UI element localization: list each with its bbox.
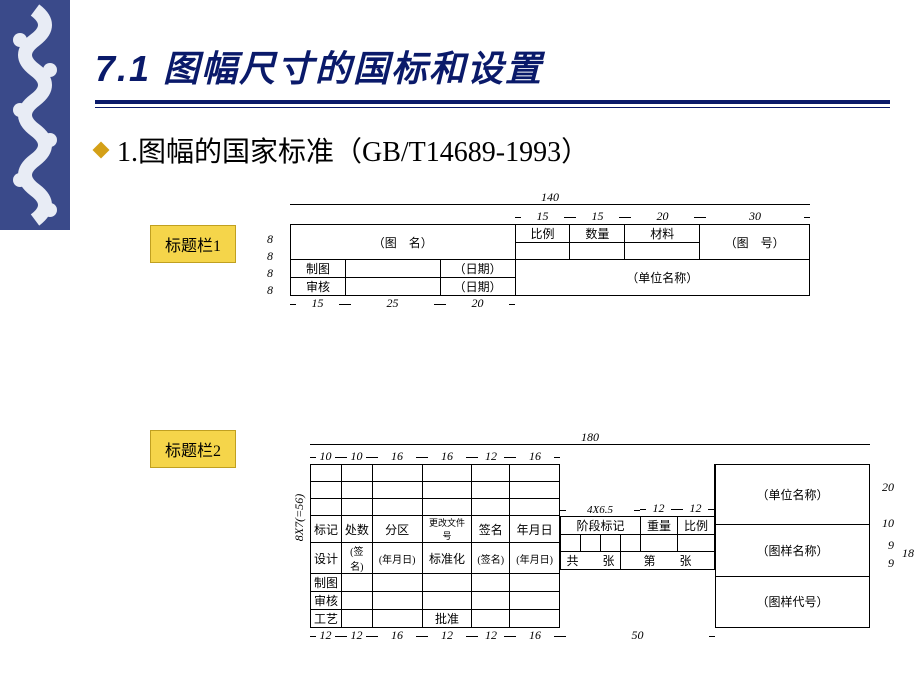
- dim2-bot-4: 12: [472, 628, 510, 643]
- dim-top-1: 15: [515, 209, 570, 224]
- dim-total-width-1: 140: [541, 190, 559, 204]
- dim-row-h-2: 8: [260, 249, 280, 264]
- cell-nyr2: (年月日): [372, 543, 422, 574]
- title-underline: [95, 100, 890, 108]
- bullet-diamond-icon: [93, 142, 110, 159]
- cell-pizhun: 批准: [422, 610, 472, 628]
- cell-danwei2: （单位名称）: [716, 465, 870, 525]
- dim-right-h4: 9: [888, 556, 894, 571]
- cell-jieduan: 阶段标记: [561, 517, 641, 535]
- section-title: 7.1 图幅尺寸的国标和设置: [95, 40, 890, 92]
- cell-date-2: （日期）: [440, 278, 515, 296]
- dim-row-h-4: 8: [260, 283, 280, 298]
- subsection-text: 1.图幅的国家标准（GB/T14689-1993）: [117, 130, 589, 170]
- dim-top-3: 20: [625, 209, 700, 224]
- dim2-top-0: 10: [310, 449, 341, 464]
- dim2-top-3: 16: [422, 449, 472, 464]
- dim-mid-b: 12: [640, 501, 677, 516]
- cell-drawing-no: （图 号）: [700, 225, 810, 260]
- dim-bot-2: 25: [345, 296, 440, 311]
- cell-shenhe2: 审核: [311, 592, 342, 610]
- cell-qm3: (签名): [472, 543, 510, 574]
- cell-bzh: 标准化: [422, 543, 472, 574]
- cell-biaoji: 标记: [311, 516, 342, 543]
- dim-total-width-2: 180: [581, 430, 599, 444]
- cell-tuyangdh: （图样代号）: [716, 576, 870, 627]
- dim2-top-4: 12: [472, 449, 510, 464]
- dim2-top-2: 16: [372, 449, 422, 464]
- dim2-top-5: 16: [510, 449, 560, 464]
- dim2-bot-right: 50: [560, 628, 715, 643]
- cell-gongyi: 工艺: [311, 610, 342, 628]
- dim-mid-a: 4X6.5: [560, 504, 640, 516]
- titleblock-1-diagram: 140 15 15 20 30 8 8 8 8 （图 名） 比例 数量 材料 （…: [150, 190, 870, 316]
- cell-date-1: （日期）: [440, 260, 515, 278]
- dim-bot-1: 15: [290, 296, 345, 311]
- dim-left-height: 8X7(=56): [292, 494, 307, 541]
- dim2-top-1: 10: [341, 449, 372, 464]
- cell-chushu: 处数: [341, 516, 372, 543]
- cell-qianming: 签名: [472, 516, 510, 543]
- dim2-bot-2: 16: [372, 628, 422, 643]
- cell-nyr: 年月日: [510, 516, 560, 543]
- cell-gengai: 更改文件号: [422, 516, 472, 543]
- cell-scale-label: 比例: [515, 225, 570, 243]
- dim-row-h-3: 8: [260, 266, 280, 281]
- cell-checked-by: 审核: [291, 278, 346, 296]
- dim-bot-3: 20: [440, 296, 515, 311]
- cell-nyr3: (年月日): [510, 543, 560, 574]
- cell-bili2: 比例: [678, 517, 715, 535]
- dim2-bot-5: 16: [510, 628, 560, 643]
- cell-qty-label: 数量: [570, 225, 625, 243]
- cell-sheji: 设计: [311, 543, 342, 574]
- dim2-bot-1: 12: [341, 628, 372, 643]
- dim-right-h3: 9: [888, 538, 894, 553]
- cell-tuyangmc: （图样名称）: [716, 525, 870, 576]
- cell-org-name: （单位名称）: [515, 260, 809, 296]
- dim-right-h2: 10: [882, 516, 894, 531]
- cell-dizhang: 第 张: [621, 552, 715, 570]
- dim-top-4: 30: [700, 209, 810, 224]
- dim-row-h-1: 8: [260, 232, 280, 247]
- dim2-bot-3: 12: [422, 628, 472, 643]
- dim-mid-c: 12: [677, 501, 714, 516]
- dim-right-htotal: 18: [902, 546, 914, 561]
- cell-gongzhang: 共 张: [561, 552, 621, 570]
- dim-right-h1: 20: [882, 480, 894, 495]
- cell-drawn-by: 制图: [291, 260, 346, 278]
- cell-zhongliang: 重量: [641, 517, 678, 535]
- dim-top-2: 15: [570, 209, 625, 224]
- cell-qm2: (签名): [341, 543, 372, 574]
- cell-drawing-name: （图 名）: [291, 225, 516, 260]
- titleblock-2-diagram: 180 10 10 16 16 12 16 8X7(=56) 20 10 9 9…: [150, 430, 870, 648]
- slide-decoration-strip: [0, 0, 70, 230]
- cell-fenqu: 分区: [372, 516, 422, 543]
- subsection-heading: 1.图幅的国家标准（GB/T14689-1993）: [95, 130, 890, 170]
- cell-material-label: 材料: [625, 225, 700, 243]
- dim2-bot-0: 12: [310, 628, 341, 643]
- cell-zhitu2: 制图: [311, 574, 342, 592]
